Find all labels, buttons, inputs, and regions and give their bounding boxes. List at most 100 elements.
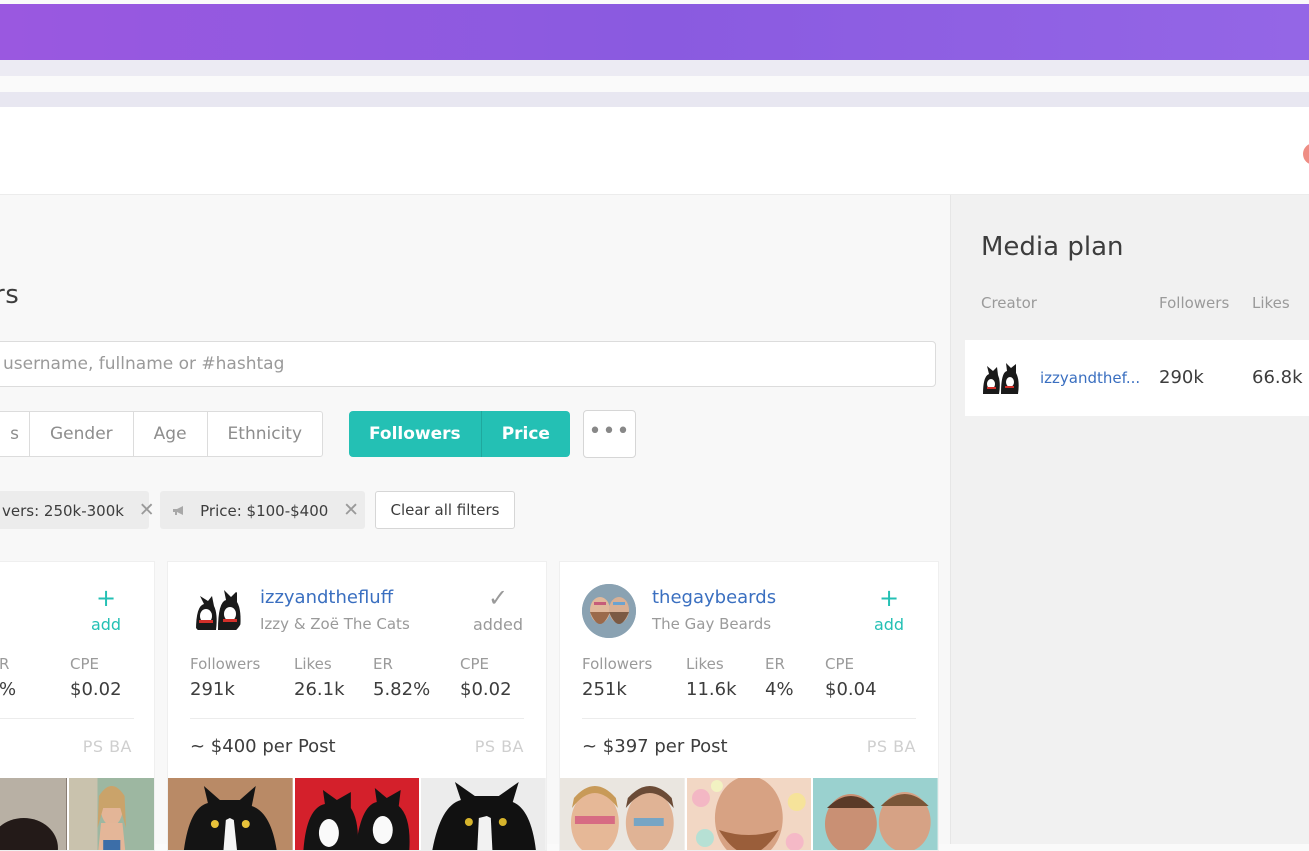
stat-label: Likes [686,655,724,673]
stat-likes: Likes 26.1k [294,655,345,700]
post-photo[interactable] [0,778,67,850]
post-photo[interactable] [294,778,420,850]
user-avatar[interactable] [1303,143,1309,165]
added-label: added [472,615,524,634]
filter-followers[interactable]: Followers [349,411,481,457]
likes-value: 66.8k [1252,367,1303,388]
price-per-post: ~ $400 per Post [190,736,336,757]
chip-label: Price: $100-$400 [200,502,329,520]
card-divider [190,718,524,719]
creator-username[interactable]: thegaybeards [652,587,776,608]
stat-label: Followers [582,655,653,673]
platform-badges: PS BA [866,737,916,756]
media-plan-row[interactable]: izzyandthef... 290k 66.8k [965,340,1309,416]
creator-card[interactable]: izzyandthefluff Izzy & Zoë The Cats ✓ ad… [167,561,547,851]
stat-value: $0.02 [460,679,512,700]
active-filter-group: Followers Price [349,411,570,457]
stat-value: $0.02 [70,679,122,700]
plus-icon: + [95,584,117,612]
stat-value: 291k [190,679,235,700]
stat-cpe: CPE $0.04 [825,655,877,700]
creator-fullname: The Gay Beards [652,615,772,633]
check-icon: ✓ [487,584,509,612]
stat-er: R % [0,655,16,700]
creator-link[interactable]: izzyandthef... [1040,369,1140,387]
stat-value: 11.6k [686,679,737,700]
search-box[interactable] [0,341,936,387]
filter-interests[interactable]: s [0,412,29,456]
filter-group: s Gender Age Ethnicity [0,411,324,457]
photo-strip [168,778,546,850]
chip-label: vers: 250k-300k [2,502,124,520]
stat-label: R [0,655,10,673]
added-button[interactable]: ✓ added [468,586,528,634]
post-photo[interactable] [813,778,938,850]
followers-filter-chip: vers: 250k-300k ✕ [0,491,155,529]
creator-card[interactable]: thegaybeards The Gay Beards + add Follow… [559,561,939,851]
filter-price[interactable]: Price [480,411,570,457]
card-divider [0,718,134,719]
post-photo[interactable] [68,778,154,850]
stat-followers: Followers 291k [190,655,260,700]
clear-all-filters-button[interactable]: Clear all filters [375,491,515,529]
filter-ethnicity[interactable]: Ethnicity [206,412,322,456]
stat-label: CPE [825,655,854,673]
platform-badges: PS BA [474,737,524,756]
add-button[interactable]: + add [76,586,136,634]
stat-er: ER 5.82% [373,655,430,700]
stat-cpe: CPE $0.02 [70,655,122,700]
post-photo[interactable] [686,778,812,850]
platform-badges: PS BA [82,737,132,756]
photo-strip [0,778,154,850]
column-header-followers[interactable]: Followers [1159,294,1229,312]
creator-fullname: Izzy & Zoë The Cats [260,615,410,633]
stat-label: CPE [460,655,489,673]
page-title: rs [0,280,20,310]
post-photo[interactable] [560,778,685,850]
filter-age[interactable]: Age [132,412,207,456]
stat-value: 4% [765,679,794,700]
stat-cpe: CPE $0.02 [460,655,512,700]
post-photo[interactable] [168,778,293,850]
secondary-bar [0,60,1309,76]
close-icon[interactable]: ✕ [139,499,155,521]
top-navigation-bar [0,4,1309,60]
post-photo[interactable] [421,778,546,850]
creator-avatar [981,362,1021,396]
creator-avatar[interactable] [582,584,636,638]
megaphone-icon [172,505,190,520]
column-header-creator[interactable]: Creator [981,294,1037,312]
stat-er: ER 4% [765,655,794,700]
add-label: add [90,615,122,634]
more-filters-button[interactable]: ••• [583,410,636,458]
media-plan-title: Media plan [981,232,1124,262]
stat-label: CPE [70,655,99,673]
stat-value: 5.82% [373,679,431,700]
price-filter-chip: Price: $100-$400 ✕ [160,491,365,529]
stat-value: 251k [582,679,627,700]
creator-card[interactable]: + add R % CPE $0.02 PS BA [0,561,155,851]
stat-label: Likes [294,655,332,673]
column-header-likes[interactable]: Likes [1252,294,1290,312]
stat-value: 26.1k [294,679,345,700]
close-icon[interactable]: ✕ [343,499,359,521]
media-plan-sidebar [950,195,1309,844]
add-label: add [873,615,905,634]
stat-followers: Followers 251k [582,655,652,700]
card-divider [582,718,916,719]
price-per-post: ~ $397 per Post [582,736,728,757]
stat-label: ER [373,655,393,673]
stat-value: $0.04 [825,679,877,700]
stat-likes: Likes 11.6k [686,655,737,700]
search-input[interactable] [1,353,905,375]
stat-value: % [0,679,17,700]
tertiary-bar [0,92,1309,107]
add-button[interactable]: + add [859,586,919,634]
page-header [0,107,1309,195]
photo-strip [560,778,938,850]
creator-username[interactable]: izzyandthefluff [260,587,393,608]
stat-label: Followers [190,655,261,673]
plus-icon: + [878,584,900,612]
filter-gender[interactable]: Gender [29,412,133,456]
creator-avatar[interactable] [190,584,244,638]
